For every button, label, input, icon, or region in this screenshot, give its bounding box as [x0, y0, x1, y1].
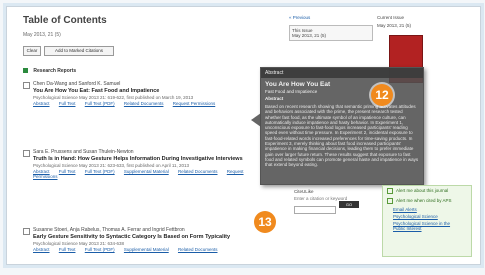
current-issue-date: May 2013, 21 (5): [377, 23, 412, 28]
page-title: Table of Contents: [23, 15, 107, 26]
tooltip-pointer-icon: [251, 113, 261, 127]
alert-cited-label: Alert me when cited by APS: [396, 198, 452, 204]
abstract-link[interactable]: Abstract: [33, 247, 50, 252]
full-text-link[interactable]: Full Text: [59, 101, 76, 106]
article-authors: Sara E. Prussens and Susan Thulein-Newto…: [33, 149, 134, 155]
article-checkbox[interactable]: [23, 82, 30, 89]
alert-checkbox-icon[interactable]: [387, 198, 393, 204]
related-documents-link[interactable]: Related Documents: [178, 169, 218, 174]
article-citation: Psychological Science May 2013 21: 619-6…: [33, 95, 194, 100]
article-checkbox[interactable]: [23, 228, 30, 235]
article-title[interactable]: Truth Is in Hand: How Gesture Helps Info…: [33, 156, 263, 162]
alert-journal-label: Alert me about this journal: [396, 188, 449, 194]
alerts-link[interactable]: Email Alerts: [383, 206, 471, 213]
tooltip-title: You Are How You Eat: [265, 81, 331, 88]
alerts-link[interactable]: Psychological Science in the Public Inte…: [383, 220, 471, 232]
article-title[interactable]: Early Gesture Sensitivity to Syntactic C…: [33, 234, 263, 240]
issue-date: May 2013, 21 (5): [23, 32, 61, 38]
alerts-panel: Alert me about this journal Alert me whe…: [382, 185, 472, 257]
section-label: Research Reports: [33, 68, 77, 74]
tooltip-header: Abstract: [261, 68, 423, 78]
tooltip-abstract-label: Abstract: [265, 96, 284, 101]
current-issue-panel: Current Issue May 2013, 21 (5): [377, 15, 473, 28]
article-entry: Chen Da-Wang and Sanford K. Samuel You A…: [23, 81, 263, 106]
abstract-link[interactable]: Abstract: [33, 101, 50, 106]
page-frame: Table of Contents May 2013, 21 (5) Clear…: [6, 6, 481, 265]
citation-search-box: CiteULike Enter a citation or keyword GO: [294, 189, 370, 219]
related-documents-link[interactable]: Related Documents: [178, 247, 218, 252]
abstract-tooltip: Abstract You Are How You Eat Fast Food a…: [260, 67, 424, 185]
tooltip-subtitle: Fast Food and Impatience: [265, 89, 318, 94]
full-text-link[interactable]: Full Text: [59, 247, 76, 252]
section-heading: Research Reports: [23, 68, 76, 74]
this-issue-date: May 2013, 21 (5): [292, 33, 327, 38]
this-issue-panel: « Previous This Issue May 2013, 21 (5): [289, 15, 373, 41]
alerts-link[interactable]: Psychological Science: [383, 213, 471, 220]
this-issue-box: This Issue May 2013, 21 (5): [289, 25, 373, 41]
full-text-link[interactable]: Full Text: [59, 169, 76, 174]
tooltip-abstract: Based on recent research showing that se…: [265, 104, 419, 168]
callout-badge-12: 12: [371, 84, 393, 106]
full-text-pdf-link[interactable]: Full Text (PDF): [85, 169, 115, 174]
article-links: Abstract Full Text Full Text (PDF) Suppl…: [33, 169, 263, 179]
alert-journal-option[interactable]: Alert me about this journal: [383, 186, 471, 196]
add-marked-citations-button[interactable]: Add to Marked Citations: [44, 46, 114, 56]
request-permissions-link[interactable]: Request Permissions: [173, 101, 216, 106]
article-title[interactable]: You Are How You Eat: Fast Food and Impat…: [33, 88, 263, 94]
citation-go-button[interactable]: GO: [339, 201, 359, 208]
citation-header: CiteULike: [294, 189, 314, 194]
related-documents-link[interactable]: Related Documents: [124, 101, 164, 106]
section-check-icon[interactable]: [23, 68, 28, 74]
supplemental-material-link[interactable]: Supplemental Material: [124, 247, 169, 252]
article-citation: Psychological Science May 2013 21: 623-6…: [33, 163, 190, 168]
supplemental-material-link[interactable]: Supplemental Material: [124, 169, 169, 174]
article-citation: Psychological Science May 2013 21: 634-6…: [33, 241, 125, 246]
article-entry: Sara E. Prussens and Susan Thulein-Newto…: [23, 149, 263, 179]
previous-link[interactable]: « Previous: [289, 15, 373, 20]
alert-checkbox-icon[interactable]: [387, 188, 393, 194]
callout-badge-13: 13: [254, 211, 276, 233]
article-links: Abstract Full Text Full Text (PDF) Relat…: [33, 101, 263, 106]
article-entry: Susanne Stoeri, Anja Rabelus, Thomas A. …: [23, 227, 263, 252]
full-text-pdf-link[interactable]: Full Text (PDF): [85, 101, 115, 106]
article-checkbox[interactable]: [23, 150, 30, 157]
citation-input[interactable]: [294, 206, 336, 214]
article-links: Abstract Full Text Full Text (PDF) Suppl…: [33, 247, 263, 252]
alert-cited-option[interactable]: Alert me when cited by APS: [383, 196, 471, 206]
article-authors: Chen Da-Wang and Sanford K. Samuel: [33, 81, 121, 87]
clear-button[interactable]: Clear: [23, 46, 41, 56]
current-issue-label: Current Issue: [377, 15, 405, 20]
full-text-pdf-link[interactable]: Full Text (PDF): [85, 247, 115, 252]
article-authors: Susanne Stoeri, Anja Rabelus, Thomas A. …: [33, 227, 185, 233]
